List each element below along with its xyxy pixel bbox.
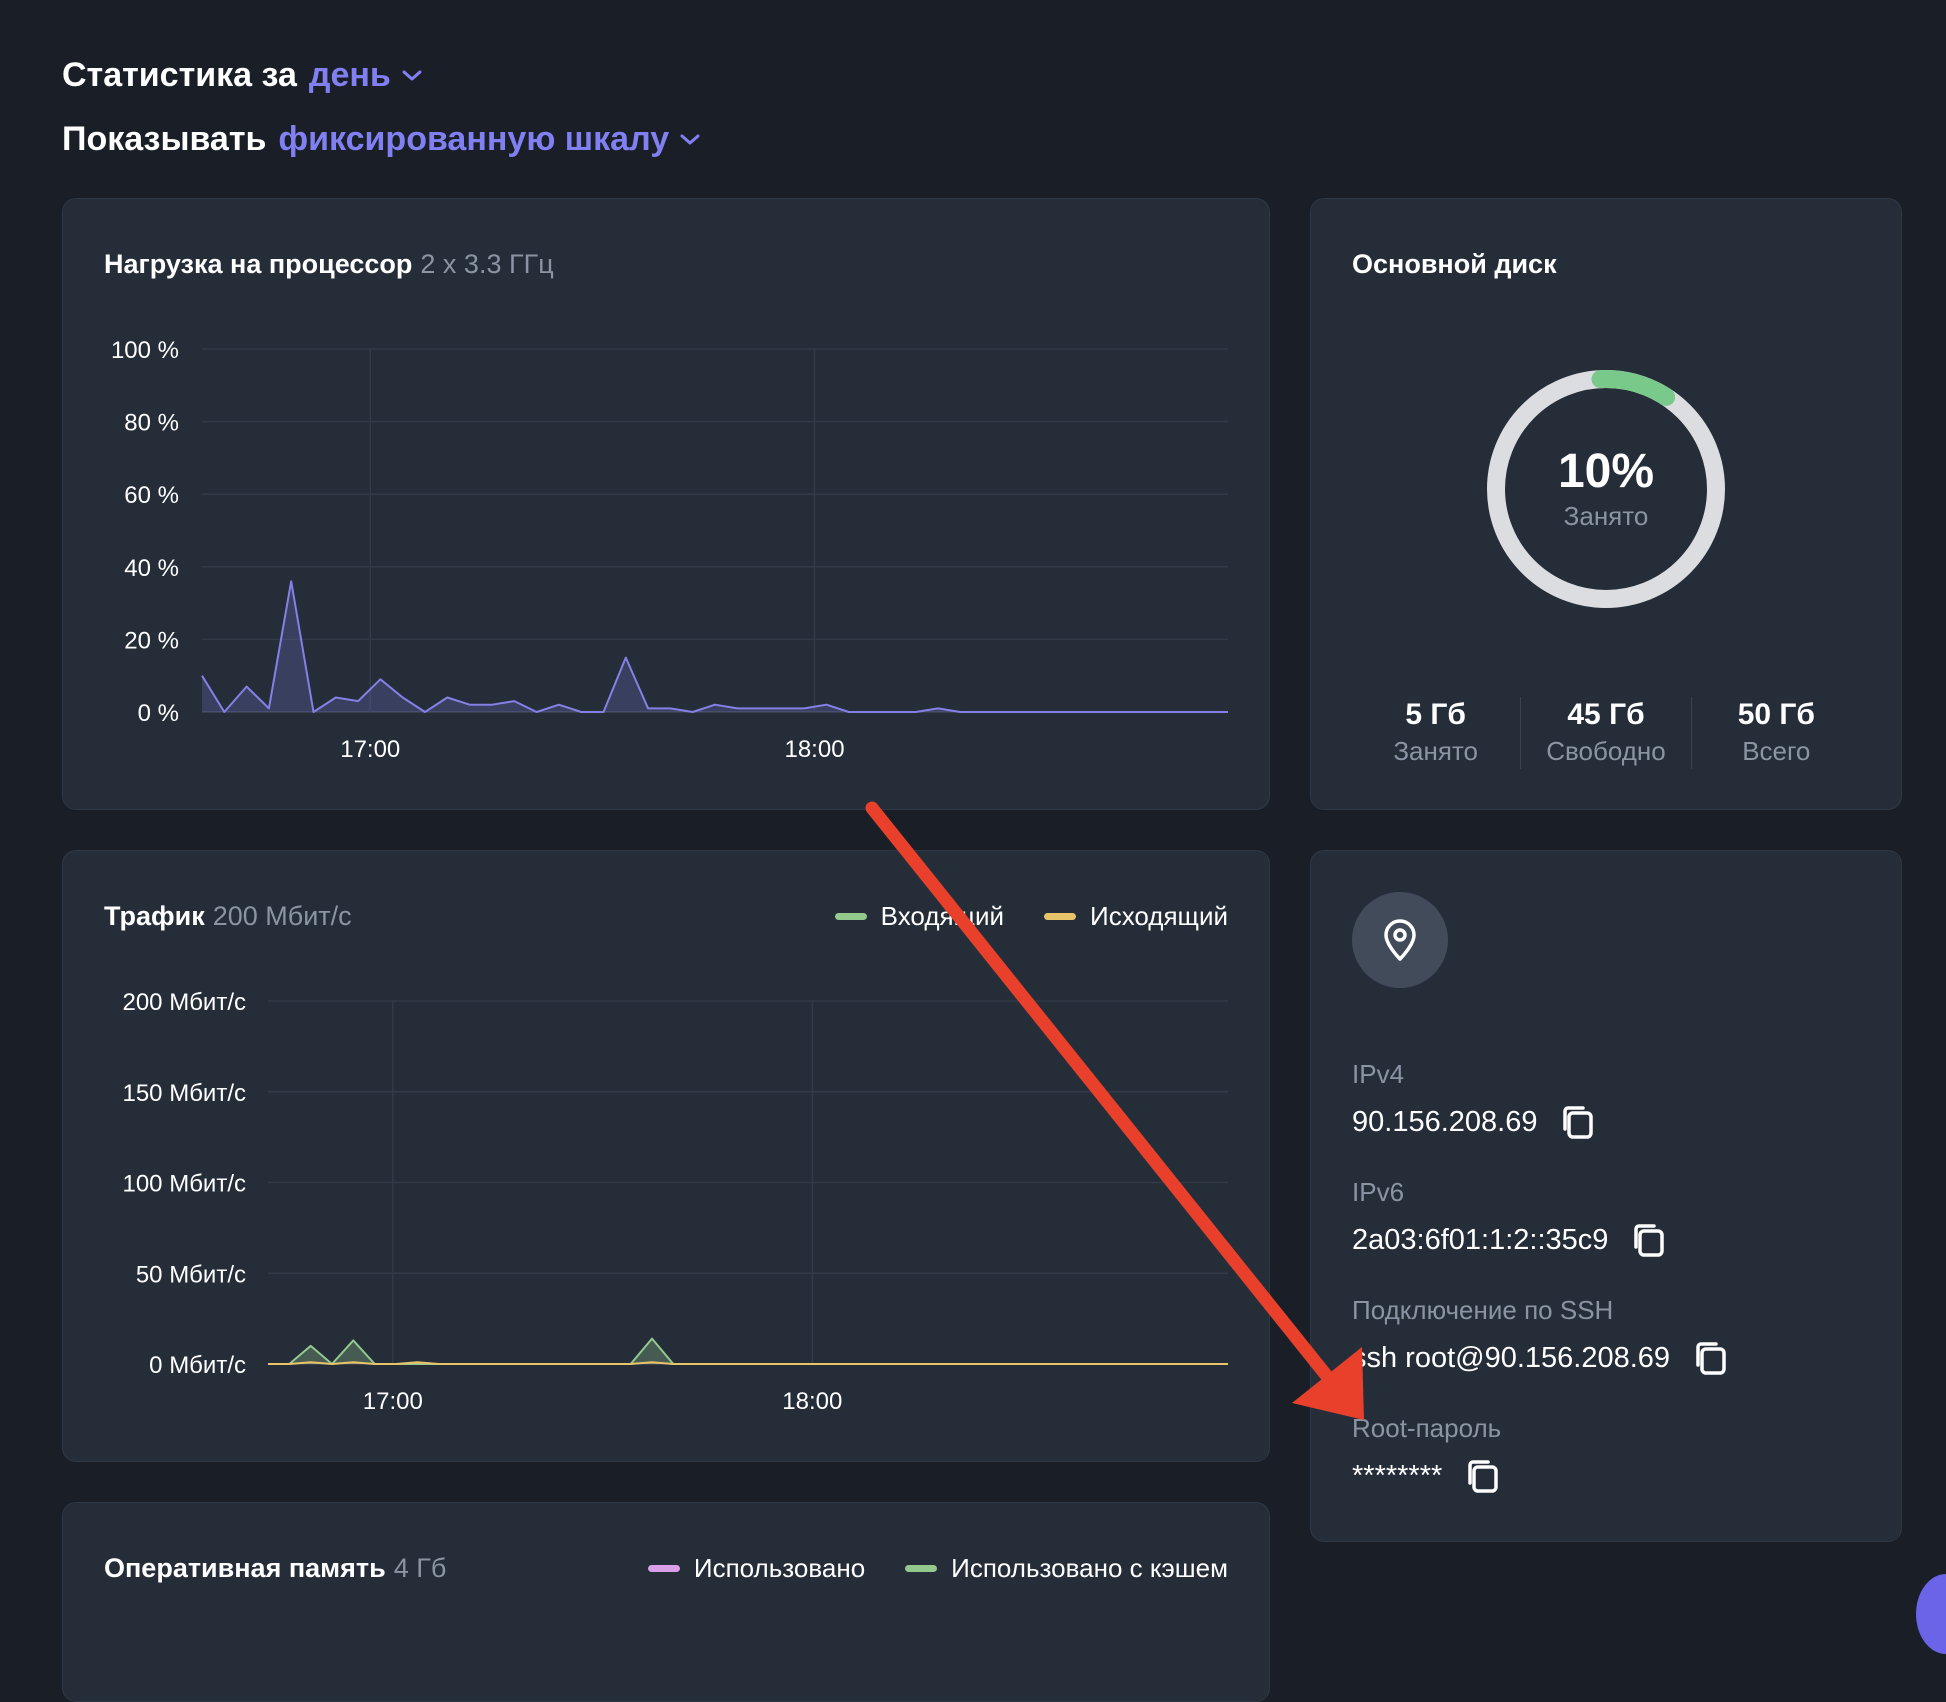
- disk-free: 45 Гб Свободно: [1520, 697, 1690, 769]
- ram-spec: 4 Гб: [393, 1553, 447, 1583]
- x-tick-label: 17:00: [340, 736, 400, 763]
- ram-card: Оперативная память 4 Гб Использовано Испо…: [62, 1502, 1270, 1702]
- ipv4-label: IPv4: [1352, 1059, 1405, 1089]
- ipv6-label: IPv6: [1352, 1177, 1405, 1207]
- series-area-0: [268, 1338, 1228, 1364]
- copy-root-password-button[interactable]: [1464, 1457, 1502, 1495]
- legend-swatch-used: [647, 1565, 680, 1572]
- disk-ring-used: [1591, 370, 1676, 406]
- copy-icon: [1468, 1460, 1499, 1493]
- traffic-card: Трафик 200 Мбит/с Входящий Исходящий 200 …: [62, 850, 1270, 1462]
- copy-ssh-button[interactable]: [1692, 1339, 1730, 1377]
- traffic-chart: 200 Мбит/с 150 Мбит/с 100 Мбит/с 50 Мбит/с 0…: [122, 989, 1228, 1415]
- copy-icon: [1563, 1106, 1594, 1139]
- ram-title: Оперативная память 4 Гб: [104, 1553, 446, 1584]
- disk-percent-label: Занято: [1563, 501, 1649, 531]
- scale-mode-label: Показывать: [62, 120, 267, 158]
- cpu-chart: 100 % 80 % 60 % 40 % 20 % 0 % 17:00 18:00: [111, 337, 1228, 763]
- disk-stats: 5 Гб Занято 45 Гб Свободно 50 Гб Всего: [1351, 697, 1861, 769]
- copy-icon: [1634, 1224, 1665, 1257]
- location-button[interactable]: [1352, 892, 1448, 988]
- y-tick-label: 150 Мбит/с: [122, 1080, 246, 1107]
- x-tick-label: 18:00: [784, 736, 844, 763]
- disk-free-value: 45 Гб: [1567, 698, 1645, 731]
- scale-mode-dropdown[interactable]: фиксированную шкалу: [278, 120, 701, 159]
- copy-icon: [1696, 1342, 1726, 1375]
- root-password-row: ********: [1352, 1457, 1502, 1495]
- y-tick-label: 50 Мбит/с: [136, 1261, 246, 1288]
- root-password-value: ********: [1352, 1459, 1443, 1492]
- legend-used: Использовано: [647, 1553, 866, 1584]
- location-pin-icon: [1384, 919, 1416, 961]
- server-info-card: IPv4 90.156.208.69 IPv6 2a03:6f01:1:2::3…: [1310, 850, 1902, 1542]
- y-tick-label: 0 %: [138, 700, 179, 727]
- legend-label-used-cache: Использовано с кэшем: [951, 1553, 1228, 1583]
- stats-period-value: день: [308, 56, 391, 94]
- series-area-0: [202, 581, 1228, 712]
- ipv4-row: 90.156.208.69: [1352, 1103, 1597, 1141]
- ram-legend: Использовано Использовано с кэшем: [608, 1553, 1228, 1584]
- y-tick-label: 200 Мбит/с: [122, 989, 246, 1016]
- ipv4-value: 90.156.208.69: [1352, 1105, 1538, 1138]
- x-tick-label: 18:00: [782, 1388, 842, 1415]
- ssh-row: ssh root@90.156.208.69: [1352, 1339, 1730, 1377]
- series-line-0: [268, 1337, 1228, 1365]
- ssh-value: ssh root@90.156.208.69: [1352, 1341, 1671, 1374]
- x-tick-label: 17:00: [363, 1388, 423, 1415]
- y-tick-label: 60 %: [124, 482, 179, 509]
- disk-total-label: Всего: [1742, 736, 1811, 766]
- stats-period-label: Статистика за: [62, 56, 297, 94]
- legend-swatch-used-cache: [905, 1565, 938, 1572]
- y-tick-label: 80 %: [124, 410, 179, 437]
- disk-total: 50 Гб Всего: [1690, 697, 1861, 769]
- y-tick-label: 100 Мбит/с: [122, 1171, 246, 1198]
- ipv6-row: 2a03:6f01:1:2::35c9: [1352, 1221, 1668, 1259]
- disk-percent: 10%: [1557, 445, 1655, 498]
- series-line-0: [201, 580, 1228, 713]
- y-tick-label: 0 Мбит/с: [149, 1352, 246, 1379]
- disk-free-label: Свободно: [1546, 736, 1666, 766]
- stats-period-dropdown[interactable]: день: [309, 56, 423, 95]
- ssh-label: Подключение по SSH: [1352, 1295, 1614, 1325]
- y-tick-label: 40 %: [124, 555, 179, 582]
- disk-title: Основной диск: [1352, 249, 1557, 279]
- copy-ipv4-button[interactable]: [1559, 1103, 1597, 1141]
- cpu-card: Нагрузка на процессор 2 x 3.3 ГГц 100 % 80…: [62, 198, 1270, 810]
- disk-used: 5 Гб Занято: [1351, 697, 1520, 769]
- y-tick-label: 100 %: [111, 337, 179, 364]
- scale-mode-row: Показывать фиксированную шкалу: [62, 120, 701, 159]
- legend-used-cache: Использовано с кэшем: [905, 1553, 1228, 1584]
- disk-card: Основной диск 10% Занято 5 Гб Занято 45 …: [1310, 198, 1902, 810]
- ram-title-label: Оперативная память: [104, 1553, 386, 1583]
- scale-mode-value: фиксированную шкалу: [278, 120, 670, 158]
- y-tick-label: 20 %: [124, 627, 179, 654]
- stats-period-row: Статистика за день: [62, 56, 423, 95]
- ipv6-value: 2a03:6f01:1:2::35c9: [1352, 1223, 1609, 1256]
- disk-total-value: 50 Гб: [1737, 698, 1815, 731]
- root-password-label: Root-пароль: [1352, 1413, 1502, 1443]
- chevron-down-icon: [402, 70, 422, 80]
- chevron-down-icon: [680, 134, 700, 144]
- copy-ipv6-button[interactable]: [1630, 1221, 1668, 1259]
- chat-widget-button[interactable]: [1916, 1574, 1946, 1654]
- disk-used-value: 5 Гб: [1405, 698, 1466, 731]
- disk-used-label: Занято: [1393, 736, 1478, 766]
- legend-label-used: Использовано: [693, 1553, 866, 1583]
